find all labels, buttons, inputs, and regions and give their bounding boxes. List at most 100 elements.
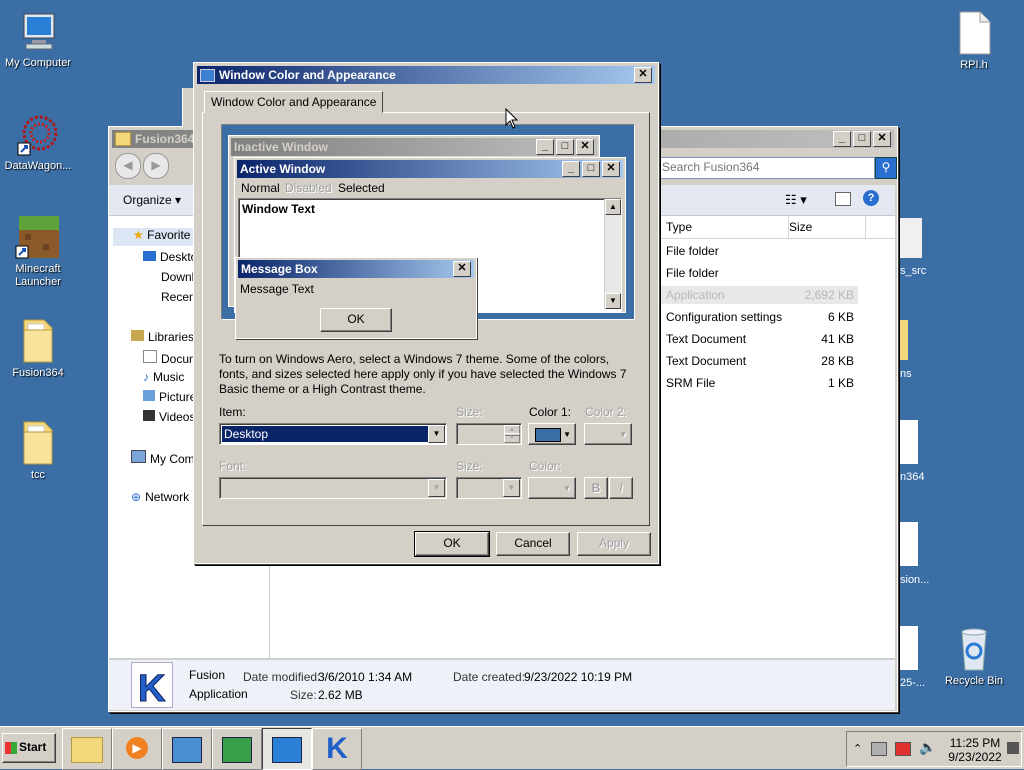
icon-label: DataWagon... xyxy=(4,160,72,172)
file-size: 6 KB xyxy=(827,310,854,324)
recycle-bin-icon xyxy=(954,624,994,672)
cancel-button[interactable]: Cancel xyxy=(496,532,570,556)
nav-documents[interactable]: Docum xyxy=(143,350,199,366)
search-icon[interactable]: ⚲ xyxy=(875,157,897,179)
desktop-icon-datawagon[interactable]: DataWagon... xyxy=(0,113,76,173)
close-button[interactable]: ✕ xyxy=(634,67,652,83)
action-center-icon[interactable] xyxy=(871,742,887,756)
partial-folder-icon xyxy=(898,320,908,360)
partial-file-icon xyxy=(898,218,922,258)
show-hidden-icons[interactable]: ⌃ xyxy=(853,742,862,755)
bold-button[interactable]: B xyxy=(584,477,608,499)
file-row[interactable]: Configuration settings 6 KB xyxy=(660,308,858,326)
color2-button[interactable]: ▼ xyxy=(584,423,632,445)
chevron-down-icon[interactable]: ▼ xyxy=(428,479,445,497)
details-size-value: 2.62 MB xyxy=(318,688,363,702)
preview-pane-icon[interactable] xyxy=(835,192,851,206)
chevron-down-icon[interactable]: ▼ xyxy=(428,425,445,443)
clock[interactable]: 11:25 PM 9/23/2022 xyxy=(943,736,1007,764)
nav-desktop[interactable]: Deskto xyxy=(143,250,197,264)
taskbar-display-button[interactable] xyxy=(262,728,312,770)
apply-button[interactable]: Apply xyxy=(577,532,651,556)
preview-menu-selected: Selected xyxy=(338,181,385,195)
fusion-icon: K xyxy=(326,732,348,765)
column-headers: Type Size xyxy=(660,216,895,239)
nav-music[interactable]: ♪ Music xyxy=(143,370,184,384)
file-type: File folder xyxy=(666,266,719,280)
file-row[interactable]: File folder xyxy=(660,242,858,260)
help-icon[interactable]: ? xyxy=(863,190,879,206)
desktop-icon-recycle-bin[interactable]: Recycle Bin xyxy=(936,624,1012,688)
nav-computer[interactable]: My Comp xyxy=(131,450,201,466)
font-size-label: Size: xyxy=(456,459,483,473)
nav-network[interactable]: ⊕ Network xyxy=(131,490,189,504)
nav-recent[interactable]: Recen xyxy=(161,290,196,304)
forward-button[interactable]: ▶ xyxy=(143,153,169,179)
appearance-preview[interactable]: Inactive Window _ □ ✕ Active Window _ □ ✕ No… xyxy=(221,124,635,339)
taskbar-fusion-button[interactable]: K xyxy=(312,728,362,770)
network-status-icon[interactable] xyxy=(895,742,911,756)
chevron-down-icon[interactable]: ▼ xyxy=(503,479,520,497)
spinner-down-icon[interactable]: ▼ xyxy=(504,433,520,443)
dialog-titlebar[interactable]: Window Color and Appearance ✕ xyxy=(197,66,655,84)
back-button[interactable]: ◀ xyxy=(115,153,141,179)
file-row[interactable]: Text Document 41 KB xyxy=(660,330,858,348)
close-button[interactable]: ✕ xyxy=(873,131,891,147)
details-created-label: Date created: xyxy=(453,670,526,684)
media-player-icon: ▶ xyxy=(126,737,148,759)
column-size[interactable]: Size xyxy=(784,216,866,238)
music-icon: ♪ xyxy=(143,370,149,384)
taskbar-media-player-button[interactable]: ▶ xyxy=(112,728,162,770)
preview-scrollbar: ▲ ▼ xyxy=(604,199,621,309)
search-box[interactable] xyxy=(659,157,875,179)
item-select[interactable]: Desktop ▼ xyxy=(219,423,447,445)
desktop-icon-rpi-h[interactable]: RPI.h xyxy=(936,10,1012,72)
column-type[interactable]: Type xyxy=(660,216,789,238)
start-button[interactable]: Start xyxy=(2,733,56,763)
maximize-button[interactable]: □ xyxy=(853,131,871,147)
icon-label: RPI.h xyxy=(960,59,988,71)
file-row[interactable]: File folder xyxy=(660,264,858,282)
item-label: Item: xyxy=(219,405,246,419)
show-desktop-icon[interactable] xyxy=(1007,742,1019,754)
taskbar-network-button[interactable] xyxy=(212,728,262,770)
mouse-cursor xyxy=(505,107,519,133)
volume-icon[interactable]: 🔈 xyxy=(919,739,936,756)
italic-button[interactable]: I xyxy=(609,477,633,499)
icon-label: Minecraft Launcher xyxy=(15,263,61,288)
nav-pictures[interactable]: Picture xyxy=(143,390,196,404)
desktop-icon-minecraft[interactable]: Minecraft Launcher xyxy=(0,214,76,289)
desktop-icon-my-computer[interactable]: My Computer xyxy=(0,10,76,70)
folder-icon xyxy=(18,316,58,364)
preview-active-titlebar: Active Window _ □ ✕ xyxy=(237,160,623,178)
folder-icon xyxy=(115,132,131,146)
nav-libraries[interactable]: Libraries xyxy=(131,330,194,344)
desktop-icon-fusion364[interactable]: Fusion364 xyxy=(0,316,76,380)
file-size: 2,692 KB xyxy=(804,288,854,302)
taskbar: Start ▶ K ⌃ 🔈 11:25 PM 9/23/2022 xyxy=(0,726,1024,770)
nav-videos[interactable]: Videos xyxy=(143,410,195,424)
server-manager-icon xyxy=(172,737,202,763)
partial-file-icon xyxy=(898,522,918,566)
item-size-spinner[interactable]: ▲ ▼ xyxy=(456,423,522,445)
font-select[interactable]: ▼ xyxy=(219,477,447,499)
font-size-select[interactable]: ▼ xyxy=(456,477,522,499)
minimize-button[interactable]: _ xyxy=(833,131,851,147)
view-options-icon[interactable]: ☷ ▾ xyxy=(785,192,807,208)
file-row[interactable]: Application 2,692 KB xyxy=(660,286,858,304)
search-input[interactable] xyxy=(660,158,854,176)
taskbar-explorer-button[interactable] xyxy=(62,728,112,770)
display-icon xyxy=(272,737,302,763)
color1-button[interactable]: ▼ xyxy=(528,423,576,445)
file-row[interactable]: Text Document 28 KB xyxy=(660,352,858,370)
preview-menu-disabled: Disabled xyxy=(285,181,332,195)
details-size-label: Size: xyxy=(290,688,317,702)
desktop-icon-tcc[interactable]: tcc xyxy=(0,418,76,482)
tab-window-color[interactable]: Window Color and Appearance xyxy=(204,91,384,113)
ok-button[interactable]: OK xyxy=(414,531,490,557)
organize-menu[interactable]: Organize ▾ xyxy=(123,193,181,207)
file-row[interactable]: SRM File 1 KB xyxy=(660,374,858,392)
taskbar-server-manager-button[interactable] xyxy=(162,728,212,770)
font-color-button[interactable]: ▼ xyxy=(528,477,576,499)
preview-menu-normal: Normal xyxy=(241,181,280,195)
